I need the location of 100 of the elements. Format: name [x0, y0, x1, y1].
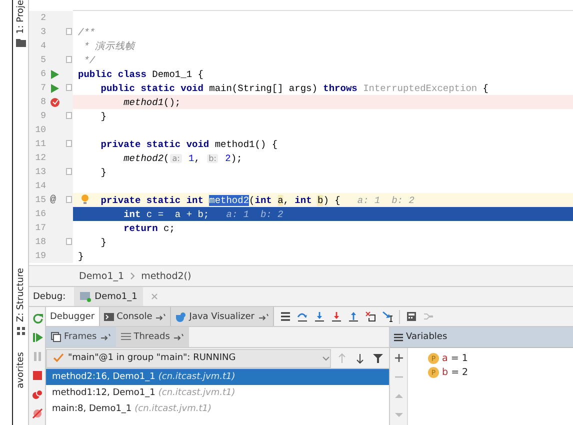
code-line: int c = a + b; a: 1 b: 2 [122, 208, 284, 220]
line-number: 12 [34, 153, 46, 163]
force-step-into-icon[interactable] [330, 311, 342, 322]
move-up-icon[interactable] [394, 391, 404, 401]
list-icon [120, 332, 131, 342]
variable-entry[interactable]: b = 2 [442, 367, 468, 378]
tool-window-tab[interactable]: avorites [16, 352, 26, 388]
debugger-tab[interactable]: Console [100, 307, 172, 326]
line-number: 5 [40, 55, 46, 65]
fold-icon[interactable] [66, 84, 72, 91]
drop-frame-icon[interactable] [364, 311, 376, 322]
step-out-icon[interactable] [348, 311, 358, 322]
close-icon[interactable] [151, 293, 158, 300]
code-line: method1(); [122, 96, 181, 108]
bulb-icon[interactable] [81, 194, 89, 204]
structure-icon [16, 326, 26, 336]
line-number: 19 [34, 251, 46, 261]
override-marker: @ [50, 194, 56, 206]
pin-icon[interactable] [172, 333, 184, 341]
step-into-icon[interactable] [314, 311, 324, 322]
folder-icon [16, 38, 26, 48]
code-line: public static void main(String[] args) throws InterruptedException { [100, 82, 489, 94]
stack-frame[interactable]: method1:12, Demo1_1 (cn.itcast.jvm.t1) [46, 385, 389, 401]
session-tab[interactable]: Demo1_1 [74, 287, 144, 306]
pin-icon[interactable] [258, 312, 268, 320]
breadcrumb-item[interactable]: method2() [141, 270, 192, 282]
line-number: 8 [40, 97, 46, 107]
line-number: 6 [40, 69, 46, 79]
run-to-cursor-icon[interactable] [382, 311, 392, 322]
menu-icon [394, 332, 403, 342]
tool-window-tab[interactable]: Z: Structure [16, 268, 26, 322]
menu-icon[interactable] [280, 311, 290, 322]
breadcrumb-item[interactable]: Demo1_1 [79, 270, 124, 282]
line-number: 18 [34, 237, 46, 247]
up-arrow-icon[interactable] [337, 352, 347, 364]
pause-icon[interactable] [32, 351, 42, 362]
stack-frame[interactable]: method2:16, Demo1_1 (cn.itcast.jvm.t1) [46, 369, 389, 385]
pin-icon[interactable] [100, 333, 111, 341]
trace-icon[interactable] [422, 311, 434, 322]
debugger-tab[interactable]: Debugger [46, 307, 100, 326]
mute-breakpoints-icon[interactable] [32, 408, 42, 419]
calculator-icon[interactable] [406, 311, 416, 322]
filter-icon[interactable] [373, 352, 383, 364]
fold-icon[interactable] [66, 112, 72, 119]
code-line: /** [78, 26, 96, 38]
fold-icon[interactable] [66, 140, 72, 147]
line-number: 11 [34, 139, 46, 149]
fold-icon[interactable] [66, 196, 72, 203]
run-icon[interactable] [50, 82, 60, 94]
add-icon[interactable] [394, 353, 404, 363]
code-line: } [100, 166, 107, 178]
move-down-icon[interactable] [394, 410, 404, 420]
code-line: } [78, 250, 84, 262]
code-line: } [100, 236, 107, 248]
debugger-tab[interactable]: Java Visualizer [171, 307, 274, 326]
fold-icon[interactable] [66, 28, 72, 35]
step-over-icon[interactable] [296, 311, 308, 322]
panel-tab[interactable]: Threads [116, 327, 189, 347]
fold-icon[interactable] [66, 56, 72, 63]
fold-icon[interactable] [66, 238, 72, 245]
code-line: private static void method1() { [100, 138, 278, 150]
down-arrow-icon[interactable] [355, 352, 365, 364]
code-line: return c; [122, 222, 175, 234]
panel-tab[interactable]: Frames [46, 327, 116, 347]
code-line: */ [82, 54, 96, 66]
code-line: } [100, 110, 107, 122]
run-icon[interactable] [50, 68, 60, 80]
pin-icon[interactable] [155, 312, 166, 320]
line-number: 17 [34, 223, 46, 233]
stop-icon[interactable] [32, 370, 42, 381]
code-line: * 演示线帧 [82, 40, 136, 52]
line-number: 10 [34, 125, 46, 135]
code-line: public class Demo1_1 { [78, 68, 204, 80]
breakpoint-icon[interactable] [50, 96, 60, 108]
line-number: 13 [34, 167, 46, 177]
tool-window-tab[interactable]: 1: Proje [16, 0, 26, 34]
code-line: method2( a: 1, b: 2); [122, 152, 242, 164]
run-config-icon [80, 291, 91, 302]
line-number: 16 [34, 209, 46, 219]
panel-label: Debug: [33, 292, 66, 302]
fold-icon[interactable] [66, 168, 72, 175]
line-number: 9 [40, 111, 46, 121]
line-number: 14 [34, 181, 46, 191]
breakpoints-icon[interactable] [32, 389, 42, 400]
check-icon [53, 353, 64, 363]
thread-dropdown[interactable]: "main"@1 in group "main": RUNNING [46, 348, 331, 368]
chevron-icon [130, 272, 136, 280]
frames-icon [51, 332, 61, 342]
console-icon [104, 312, 114, 322]
line-number: 7 [40, 83, 46, 93]
line-number: 15 [34, 195, 46, 205]
code-line: private static int method2(int a, int b) { a: 1 b: 2 [100, 194, 414, 206]
cup-icon [175, 312, 186, 322]
resume-icon[interactable] [32, 332, 42, 343]
stack-frame[interactable]: main:8, Demo1_1 (cn.itcast.jvm.t1) [46, 401, 389, 417]
variable-entry[interactable]: a = 1 [442, 353, 468, 364]
line-number: 2 [40, 13, 46, 23]
line-number: 3 [40, 27, 46, 37]
caret-icon [322, 356, 330, 360]
rerun-icon[interactable] [32, 313, 42, 324]
